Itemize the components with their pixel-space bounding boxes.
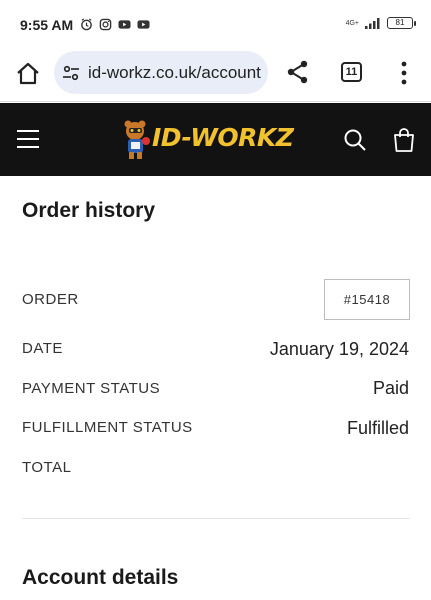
battery-icon: 81 (387, 17, 416, 29)
date-label: DATE (22, 340, 63, 357)
fulfillment-status-label: FULFILLMENT STATUS (22, 419, 193, 436)
site-settings-icon[interactable] (62, 64, 80, 82)
youtube-icon (118, 20, 131, 29)
cart-icon[interactable] (392, 127, 416, 153)
order-label: ORDER (22, 291, 79, 308)
alarm-icon (81, 18, 92, 31)
address-bar[interactable]: id-workz.co.uk/account (54, 51, 268, 94)
total-label: TOTAL (22, 459, 72, 476)
youtube-icon (137, 20, 150, 29)
section-divider (22, 518, 410, 519)
site-header: ID-WORKZ (0, 103, 431, 176)
mascot-logo-icon (124, 120, 150, 159)
account-details-title: Account details (22, 566, 179, 589)
network-type-label: 4G+ (345, 19, 359, 27)
system-indicators: 4G+ 81 (345, 17, 416, 29)
date-value: January 19, 2024 (269, 339, 409, 359)
notification-icons (80, 18, 150, 31)
site-logo[interactable]: ID-WORKZ (122, 119, 308, 161)
browser-toolbar: id-workz.co.uk/account 11 (0, 50, 431, 102)
signal-icon (365, 18, 380, 29)
search-icon[interactable] (343, 128, 367, 152)
logo-text: ID-WORKZ (152, 123, 294, 152)
page-title: Order history (22, 199, 156, 222)
payment-status-label: PAYMENT STATUS (22, 380, 161, 397)
more-options-icon[interactable] (398, 60, 410, 86)
url-text[interactable]: id-workz.co.uk/account (88, 63, 264, 83)
status-time: 9:55 AM (20, 17, 74, 33)
hamburger-menu-icon[interactable] (16, 128, 40, 150)
order-number-link[interactable]: #15418 (324, 279, 410, 320)
instagram-icon (99, 18, 112, 31)
tab-switcher-button[interactable]: 11 (341, 62, 362, 82)
share-icon[interactable] (285, 59, 311, 85)
home-icon[interactable] (14, 60, 42, 88)
payment-status-value: Paid (372, 378, 409, 398)
status-bar: 9:55 AM 4G+ 81 (0, 0, 431, 50)
fulfillment-status-value: Fulfilled (346, 418, 409, 438)
